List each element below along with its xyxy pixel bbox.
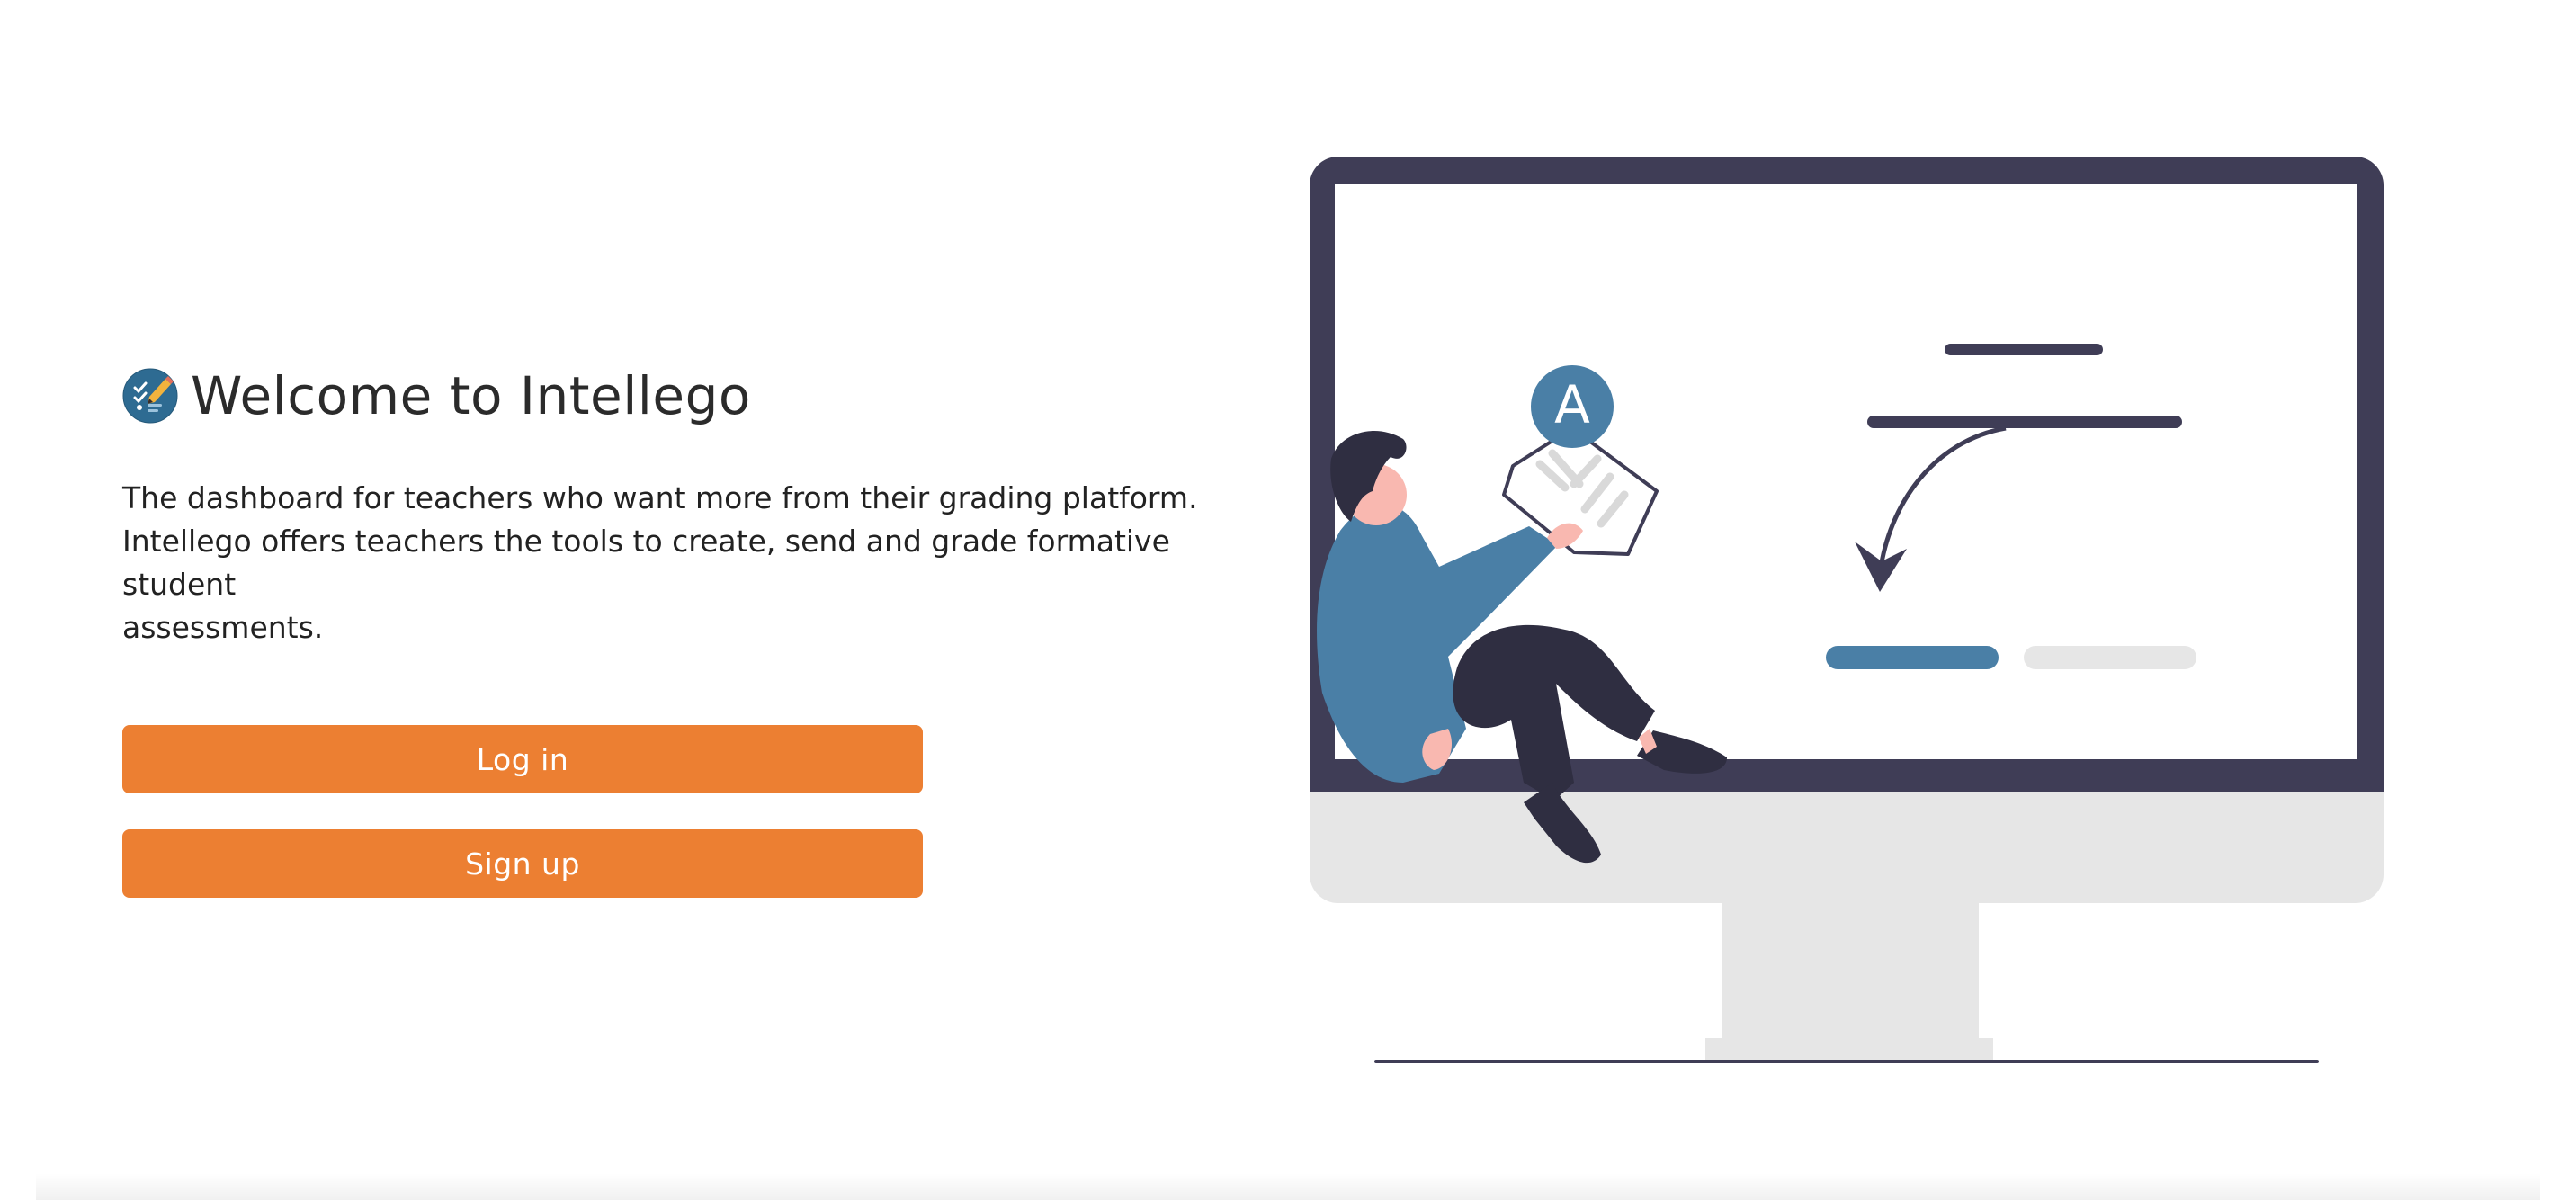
description-line: assessments. <box>122 610 324 645</box>
login-button[interactable]: Log in <box>122 725 923 793</box>
page-title: Welcome to Intellego <box>191 365 751 426</box>
screen-text-bar <box>1867 416 2182 428</box>
welcome-page: Welcome to Intellego The dashboard for t… <box>0 0 2576 1200</box>
screen-button-grey <box>2024 646 2196 669</box>
welcome-panel: Welcome to Intellego The dashboard for t… <box>122 360 1256 898</box>
monitor-stand <box>1722 891 1979 1043</box>
teacher-monitor-illustration: A <box>1310 157 2384 1063</box>
floor-line <box>1374 1060 2319 1063</box>
title-row: Welcome to Intellego <box>122 360 1256 432</box>
description-line: The dashboard for teachers who want more… <box>122 480 1198 515</box>
intellego-logo-icon <box>122 368 178 424</box>
screen-button-blue <box>1826 646 1999 669</box>
intro-description: The dashboard for teachers who want more… <box>122 477 1256 649</box>
page-bottom-shadow <box>36 1173 2540 1200</box>
description-line: Intellego offers teachers the tools to c… <box>122 524 1170 602</box>
grade-letter: A <box>1554 374 1590 435</box>
signup-button[interactable]: Sign up <box>122 829 923 898</box>
screen-heading-bar <box>1945 344 2103 355</box>
monitor-base <box>1705 1038 1993 1060</box>
